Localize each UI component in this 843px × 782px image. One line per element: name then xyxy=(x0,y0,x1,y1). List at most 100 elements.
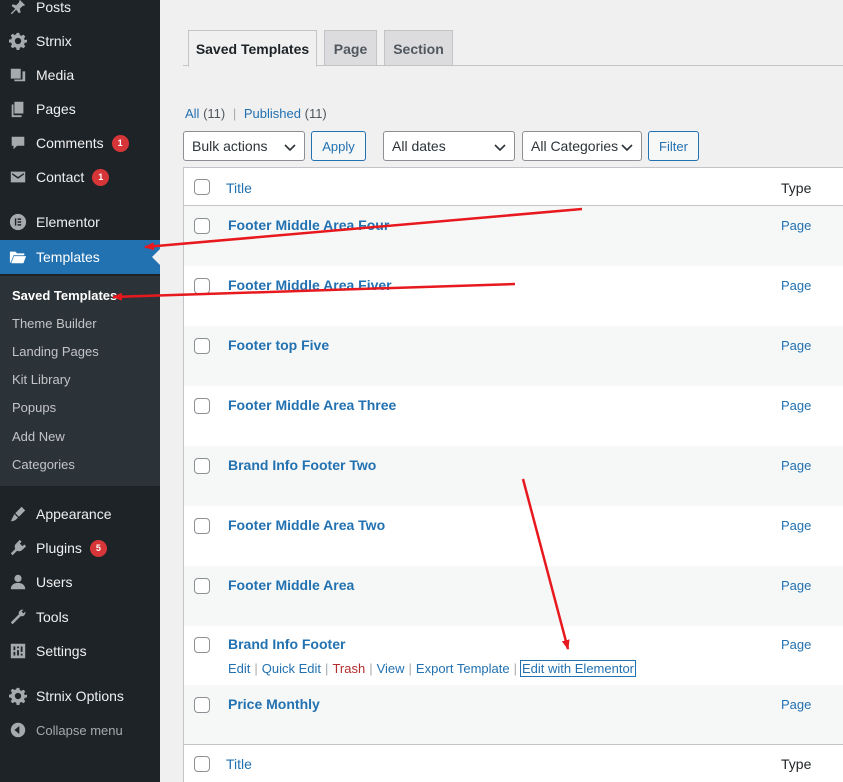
menu-item-pages[interactable]: Pages xyxy=(0,92,160,126)
table-footer: Title Type xyxy=(184,744,843,782)
row-checkbox[interactable] xyxy=(194,458,210,474)
row-type-link[interactable]: Page xyxy=(781,398,811,413)
plugins-count-badge: 5 xyxy=(89,539,107,557)
row-title-link[interactable]: Footer Middle Area Three xyxy=(228,397,396,413)
categories-value: All Categories xyxy=(531,138,619,154)
mail-icon xyxy=(0,168,36,186)
row-title-link[interactable]: Footer Middle Area Four xyxy=(228,217,389,233)
row-checkbox[interactable] xyxy=(194,338,210,354)
tab-saved-templates[interactable]: Saved Templates xyxy=(188,30,317,67)
filter-button[interactable]: Filter xyxy=(648,131,699,161)
menu-item-appearance[interactable]: Appearance xyxy=(0,497,160,531)
table-row: Price Monthly Page xyxy=(184,685,843,745)
user-icon xyxy=(0,573,36,591)
menu-item-settings[interactable]: Settings xyxy=(0,634,160,668)
filter-published-link[interactable]: Published xyxy=(244,106,301,121)
menu-item-tools[interactable]: Tools xyxy=(0,600,160,634)
row-title-link[interactable]: Brand Info Footer Two xyxy=(228,457,376,473)
row-title-link[interactable]: Brand Info Footer xyxy=(228,636,345,652)
edit-with-elementor-action[interactable]: Edit with Elementor xyxy=(520,660,637,677)
row-checkbox[interactable] xyxy=(194,578,210,594)
collapse-menu-button[interactable]: Collapse menu xyxy=(0,713,160,747)
menu-item-templates[interactable]: Templates xyxy=(0,240,160,274)
menu-item-strnix-options[interactable]: Strnix Options xyxy=(0,679,160,713)
row-type-link[interactable]: Page xyxy=(781,518,811,533)
all-count: (11) xyxy=(203,106,226,121)
table-header: Title Type xyxy=(184,168,843,206)
table-row: Footer top Five Page xyxy=(184,326,843,386)
collapse-arrow-icon xyxy=(0,721,36,739)
select-all-checkbox[interactable] xyxy=(194,179,210,195)
templates-submenu: Saved Templates Theme Builder Landing Pa… xyxy=(0,276,160,486)
categories-filter-select[interactable]: All Categories xyxy=(522,131,642,161)
menu-item-elementor[interactable]: Elementor xyxy=(0,205,160,239)
chevron-down-icon xyxy=(621,144,633,152)
menu-item-strnix[interactable]: Strnix xyxy=(0,24,160,58)
submenu-popups[interactable]: Popups xyxy=(12,400,56,415)
submenu-add-new[interactable]: Add New xyxy=(12,429,65,444)
table-row: Footer Middle Area Three Page xyxy=(184,386,843,446)
menu-item-media[interactable]: Media xyxy=(0,58,160,92)
type-column-header: Type xyxy=(781,180,812,196)
comment-icon xyxy=(0,134,36,152)
status-filter-links: All (11) | Published (11) xyxy=(185,106,327,121)
row-type-link[interactable]: Page xyxy=(781,458,811,473)
dates-filter-select[interactable]: All dates xyxy=(383,131,515,161)
title-column-footer[interactable]: Title xyxy=(226,756,252,772)
table-row: Footer Middle Area Two Page xyxy=(184,506,843,566)
row-title-link[interactable]: Footer top Five xyxy=(228,337,329,353)
row-checkbox[interactable] xyxy=(194,697,210,713)
chevron-down-icon xyxy=(284,144,296,152)
pages-icon xyxy=(0,100,36,118)
row-type-link[interactable]: Page xyxy=(781,697,811,712)
published-count: (11) xyxy=(304,106,327,121)
pin-icon xyxy=(0,0,36,16)
row-checkbox[interactable] xyxy=(194,518,210,534)
submenu-theme-builder[interactable]: Theme Builder xyxy=(12,316,97,331)
menu-item-users[interactable]: Users xyxy=(0,565,160,599)
submenu-kit-library[interactable]: Kit Library xyxy=(12,372,71,387)
row-type-link[interactable]: Page xyxy=(781,218,811,233)
table-row-hovered: Brand Info Footer Page Edit | Quick Edit | T… xyxy=(184,625,843,685)
media-icon xyxy=(0,66,36,84)
view-action[interactable]: View xyxy=(377,661,405,676)
title-column-header[interactable]: Title xyxy=(226,180,252,196)
submenu-saved-templates[interactable]: Saved Templates xyxy=(12,288,117,303)
row-type-link[interactable]: Page xyxy=(781,278,811,293)
row-type-link[interactable]: Page xyxy=(781,578,811,593)
row-type-link[interactable]: Page xyxy=(781,338,811,353)
bulk-actions-value: Bulk actions xyxy=(192,138,268,154)
row-checkbox[interactable] xyxy=(194,278,210,294)
trash-action[interactable]: Trash xyxy=(332,661,365,676)
quick-edit-action[interactable]: Quick Edit xyxy=(262,661,321,676)
export-template-action[interactable]: Export Template xyxy=(416,661,510,676)
tab-section[interactable]: Section xyxy=(384,30,453,66)
bulk-actions-select[interactable]: Bulk actions xyxy=(183,131,305,161)
menu-item-contact[interactable]: Contact 1 xyxy=(0,160,160,194)
edit-action[interactable]: Edit xyxy=(228,661,250,676)
plugin-icon xyxy=(0,539,36,557)
row-checkbox[interactable] xyxy=(194,218,210,234)
tab-page[interactable]: Page xyxy=(324,30,377,66)
menu-item-comments[interactable]: Comments 1 xyxy=(0,126,160,160)
filter-all-link[interactable]: All xyxy=(185,106,199,121)
row-title-link[interactable]: Footer Middle Area Two xyxy=(228,517,385,533)
select-all-checkbox-footer[interactable] xyxy=(194,756,210,772)
menu-item-posts[interactable]: Posts xyxy=(0,0,160,24)
row-title-link[interactable]: Footer Middle Area xyxy=(228,577,354,593)
table-row: Footer Middle Area Fiver Page xyxy=(184,266,843,326)
row-checkbox[interactable] xyxy=(194,637,210,653)
settings-icon xyxy=(0,642,36,660)
row-title-link[interactable]: Price Monthly xyxy=(228,696,320,712)
apply-button[interactable]: Apply xyxy=(311,131,366,161)
admin-sidebar: Posts Strnix Media Pages Comments 1 Cont… xyxy=(0,0,160,782)
wrench-icon xyxy=(0,608,36,626)
row-title-link[interactable]: Footer Middle Area Fiver xyxy=(228,277,392,293)
comments-count-badge: 1 xyxy=(111,134,129,152)
submenu-landing-pages[interactable]: Landing Pages xyxy=(12,344,99,359)
menu-item-plugins[interactable]: Plugins 5 xyxy=(0,531,160,565)
elementor-icon xyxy=(0,213,36,231)
row-type-link[interactable]: Page xyxy=(781,637,811,652)
row-checkbox[interactable] xyxy=(194,398,210,414)
submenu-categories[interactable]: Categories xyxy=(12,457,75,472)
